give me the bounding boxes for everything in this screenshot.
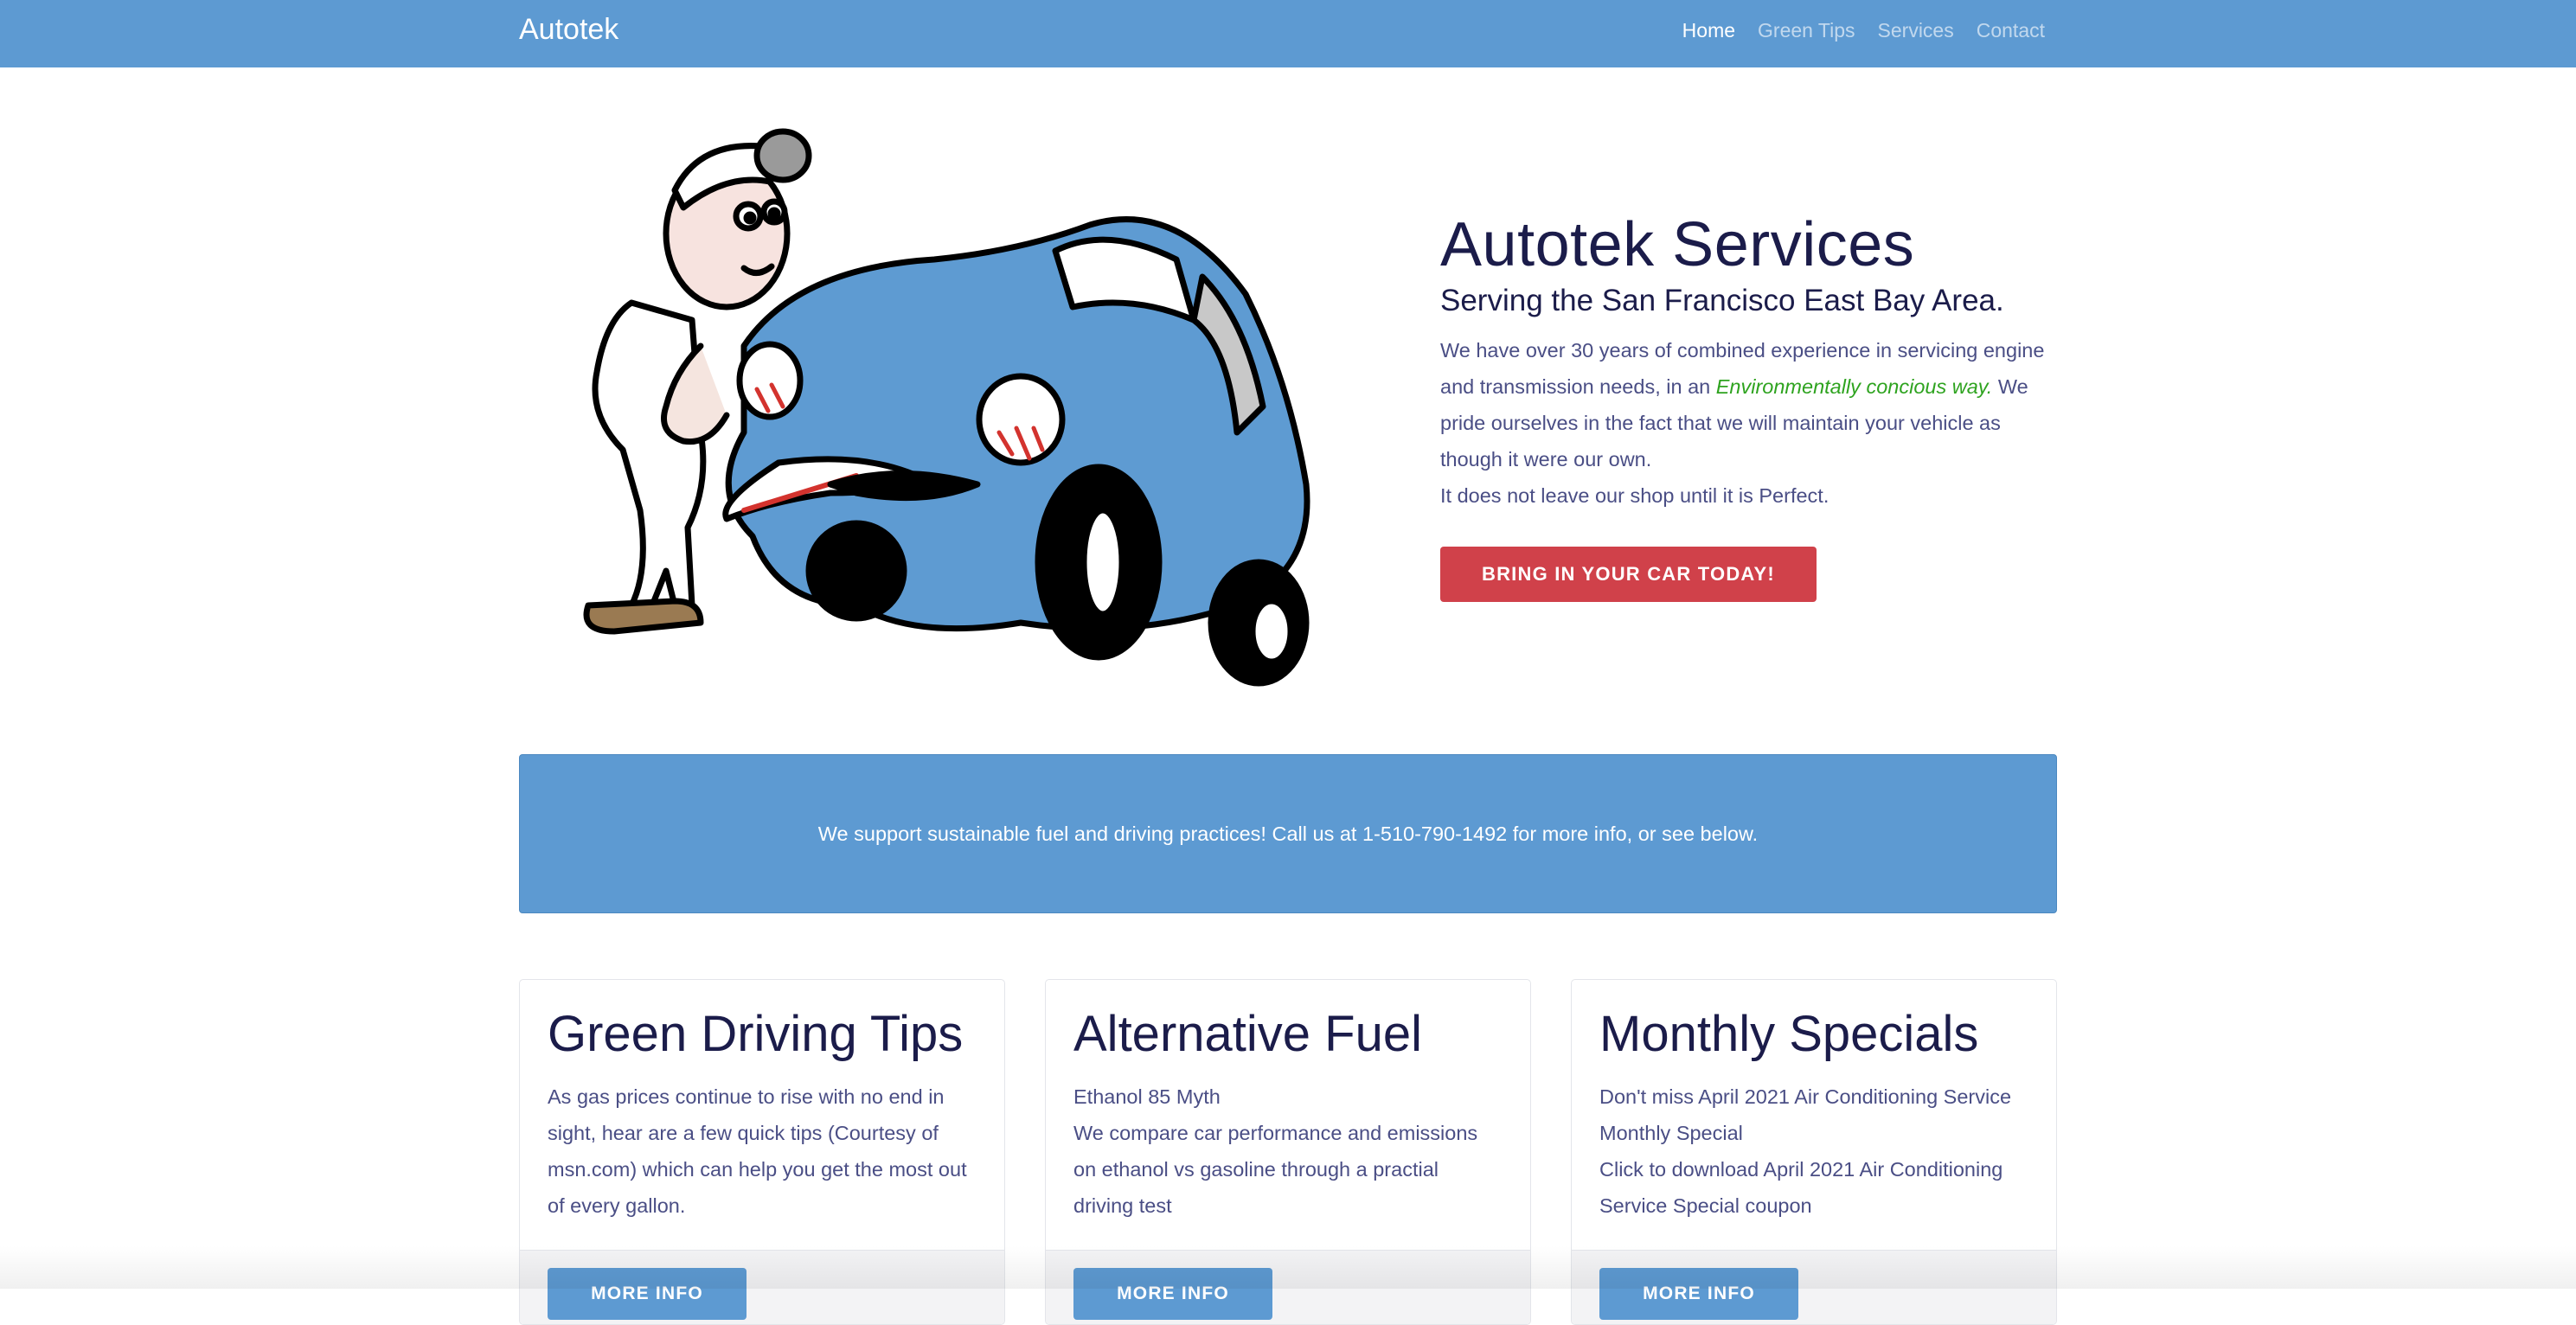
nav-links: Home Green Tips Services Contact	[1682, 17, 2045, 43]
banner-text: We support sustainable fuel and driving …	[817, 823, 1759, 845]
hero-paragraph: We have over 30 years of combined experi…	[1440, 332, 2063, 477]
bring-car-button[interactable]: BRING IN YOUR CAR TODAY!	[1440, 547, 1817, 602]
nav-contact[interactable]: Contact	[1977, 17, 2045, 43]
nav-green-tips[interactable]: Green Tips	[1758, 17, 1855, 43]
more-info-button[interactable]: MORE INFO	[1599, 1268, 1798, 1320]
card-text-line-1: Ethanol 85 Myth	[1073, 1085, 1221, 1108]
navbar: Autotek Home Green Tips Services Contact	[0, 0, 2576, 67]
info-banner: We support sustainable fuel and driving …	[519, 754, 2057, 913]
card-footer: MORE INFO	[1046, 1250, 1530, 1324]
card-text-line-2: We compare car performance and emissions…	[1073, 1122, 1478, 1217]
hero-paragraph-2: It does not leave our shop until it is P…	[1440, 484, 1829, 507]
card-footer: MORE INFO	[520, 1250, 1004, 1324]
hero-text: Autotek Services Serving the San Francis…	[1440, 208, 2063, 602]
nav-home[interactable]: Home	[1682, 17, 1735, 43]
more-info-button[interactable]: MORE INFO	[548, 1268, 747, 1320]
card-title: Alternative Fuel	[1073, 1006, 1422, 1062]
nav-services[interactable]: Services	[1878, 17, 1954, 43]
hero-subtitle: Serving the San Francisco East Bay Area.	[1440, 284, 2004, 317]
card-title: Green Driving Tips	[548, 1006, 964, 1062]
card-text: As gas prices continue to rise with no e…	[548, 1085, 967, 1217]
card-text-line-1: Don't miss April 2021 Air Conditioning S…	[1599, 1085, 2012, 1144]
card-footer: MORE INFO	[1572, 1250, 2056, 1324]
brand-link[interactable]: Autotek	[519, 12, 618, 47]
more-info-button[interactable]: MORE INFO	[1073, 1268, 1272, 1320]
card-text-line-2[interactable]: Click to download April 2021 Air Conditi…	[1599, 1151, 2028, 1224]
card-monthly-specials: Monthly Specials Don't miss April 2021 A…	[1571, 979, 2057, 1325]
card-green-driving-tips: Green Driving Tips As gas prices continu…	[519, 979, 1005, 1325]
card-title: Monthly Specials	[1599, 1006, 1979, 1062]
mechanic-car-illustration	[583, 128, 1310, 687]
eco-highlight: Environmentally concious way.	[1715, 375, 1993, 398]
hero-title: Autotek Services	[1440, 210, 1915, 279]
card-alternative-fuel: Alternative Fuel Ethanol 85 Myth We comp…	[1045, 979, 1531, 1325]
